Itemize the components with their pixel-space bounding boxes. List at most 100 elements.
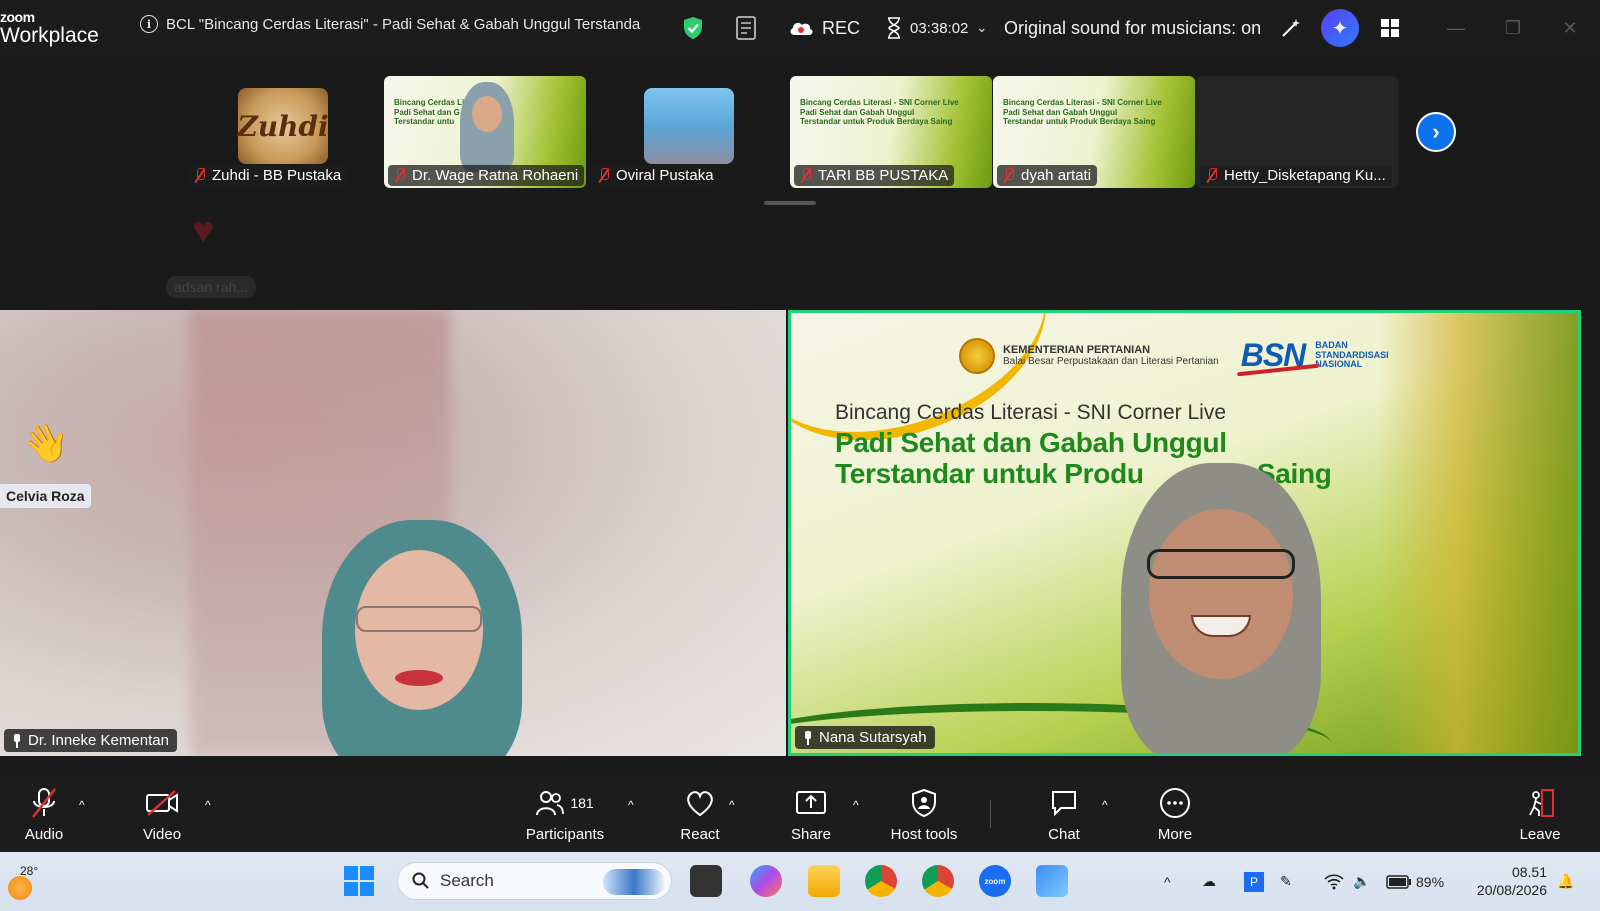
person-face: [1149, 509, 1293, 679]
video-tile-right-active-speaker[interactable]: KEMENTERIAN PERTANIAN Balai Besar Perpus…: [788, 310, 1581, 756]
close-icon[interactable]: ✕: [1560, 18, 1580, 38]
weather-widget[interactable]: 28°: [8, 862, 48, 902]
participant-tile[interactable]: Bincang Cerdas Literasi - SNI Corner Liv…: [993, 76, 1195, 188]
annotate-button[interactable]: [1280, 0, 1302, 56]
react-options-chevron-icon[interactable]: ^: [729, 798, 735, 812]
participant-tile[interactable]: Hetty_Disketapang Ku...: [1196, 76, 1398, 188]
battery-indicator[interactable]: 89%: [1386, 852, 1444, 911]
pen-tray-icon[interactable]: ✎: [1280, 852, 1292, 911]
bsn-logo: BSN: [1240, 337, 1307, 373]
chevron-down-icon[interactable]: ⌄: [976, 20, 987, 36]
chrome-icon[interactable]: [865, 865, 897, 897]
meeting-toolbar: Audio ^ Video ^ 181 Participants ^ React…: [0, 776, 1600, 852]
react-button[interactable]: React: [675, 776, 725, 852]
ai-companion-button[interactable]: ✦: [1321, 0, 1359, 56]
participant-tile[interactable]: Oviral Pustaka: [588, 76, 734, 188]
filmstrip-next-button[interactable]: ›: [1416, 112, 1456, 152]
participant-tile[interactable]: Bincang Cerdas Literasi - SNI Corner Liv…: [790, 76, 992, 188]
ministry-subname: Balai Besar Perpustakaan dan Literasi Pe…: [1003, 356, 1219, 367]
participant-tile[interactable]: Bincang Cerdas Literasi Padi Sehat dan GT…: [384, 76, 586, 188]
participants-button[interactable]: 181 Participants: [520, 776, 610, 852]
host-tools-label: Host tools: [890, 826, 958, 843]
chrome-profile-icon[interactable]: [922, 865, 954, 897]
bsn-sub-line: NASIONAL: [1315, 359, 1363, 370]
participant-tile[interactable]: Zuhdi Zuhdi - BB Pustaka: [184, 76, 352, 188]
participant-name-tag: Dr. Inneke Kementan: [4, 729, 177, 752]
ministry-text: KEMENTERIAN PERTANIAN Balai Besar Perpus…: [1003, 344, 1219, 367]
participants-label: Participants: [525, 826, 605, 843]
audio-options-chevron-icon[interactable]: ^: [79, 798, 85, 812]
clock-time: 08.51: [1511, 864, 1547, 880]
participant-name-tag: TARI BB PUSTAKA: [794, 165, 955, 186]
participants-count: 181: [570, 795, 594, 811]
battery-percent: 89%: [1416, 873, 1445, 890]
heart-outline-icon: [683, 786, 717, 820]
photos-app-icon[interactable]: [1036, 865, 1068, 897]
host-tools-button[interactable]: Host tools: [884, 776, 964, 852]
app-tray-icon[interactable]: P: [1244, 852, 1264, 911]
slide-subtitle: Bincang Cerdas Literasi - SNI Corner Liv…: [835, 401, 1227, 424]
taskbar-clock[interactable]: 08.51 20/08/2026: [1467, 864, 1547, 899]
search-highlight-image: [603, 869, 665, 895]
restore-icon[interactable]: ❐: [1503, 18, 1523, 38]
battery-icon: [1386, 874, 1411, 889]
leave-button[interactable]: Leave: [1515, 776, 1565, 852]
participant-name-tag: Hetty_Disketapang Ku...: [1200, 165, 1392, 186]
file-explorer-icon[interactable]: [808, 865, 840, 897]
rec-label: REC: [822, 17, 861, 38]
muted-mic-icon: [1206, 168, 1218, 183]
info-icon[interactable]: i: [140, 15, 158, 33]
share-label: Share: [790, 826, 832, 843]
participant-name-tag: Zuhdi - BB Pustaka: [188, 165, 348, 186]
reaction-sender-name: adsan rah...: [166, 276, 256, 298]
video-off-icon: [145, 786, 179, 820]
temperature: 28°: [20, 864, 39, 878]
participant-name-tag: dyah artati: [997, 165, 1098, 186]
video-tile-left[interactable]: 👋 Celvia Roza Dr. Inneke Kementan: [0, 310, 786, 756]
encryption-shield-icon[interactable]: [682, 16, 704, 40]
apps-button[interactable]: [1380, 0, 1400, 56]
participant-name-tag: Nana Sutarsyah: [795, 726, 935, 749]
audio-button[interactable]: Audio: [20, 776, 68, 852]
cloud-recording-indicator[interactable]: REC: [788, 0, 860, 56]
raised-hand-name: Celvia Roza: [0, 484, 91, 508]
title-bar: zoom Workplace i BCL "Bincang Cerdas Lit…: [0, 0, 1600, 56]
share-options-chevron-icon[interactable]: ^: [853, 798, 859, 812]
clock-date: 20/08/2026: [1476, 881, 1547, 898]
participants-options-chevron-icon[interactable]: ^: [628, 798, 634, 812]
network-onedrive-icon[interactable]: ☁: [1202, 852, 1216, 911]
timer-value: 03:38:02: [910, 19, 969, 37]
video-button[interactable]: Video: [137, 776, 187, 852]
task-view-icon[interactable]: [690, 865, 722, 897]
chat-options-chevron-icon[interactable]: ^: [1102, 798, 1108, 812]
person-glasses: [356, 606, 482, 632]
original-sound-status[interactable]: Original sound for musicians: on: [1004, 0, 1261, 56]
windows-start-icon[interactable]: [344, 866, 374, 896]
person-face: [472, 96, 502, 132]
tray-overflow-chevron-icon[interactable]: ^: [1164, 852, 1171, 911]
meeting-timer[interactable]: 03:38:02 ⌄: [886, 0, 987, 56]
more-button[interactable]: More: [1150, 776, 1200, 852]
share-screen-icon: [794, 786, 828, 820]
copilot-icon[interactable]: [750, 865, 782, 897]
zoom-meeting-window: zoom Workplace i BCL "Bincang Cerdas Lit…: [0, 0, 1600, 911]
muted-mic-icon: [394, 168, 406, 183]
notes-button[interactable]: [735, 0, 759, 56]
raised-hand-icon: 👋: [22, 423, 70, 465]
muted-mic-icon: [194, 168, 206, 183]
chat-button[interactable]: Chat: [1039, 776, 1089, 852]
notification-icon[interactable]: 🔔: [1557, 852, 1574, 911]
share-button[interactable]: Share: [786, 776, 836, 852]
meeting-info[interactable]: i BCL "Bincang Cerdas Literasi" - Padi S…: [140, 15, 640, 33]
video-options-chevron-icon[interactable]: ^: [205, 798, 211, 812]
pin-icon: [12, 733, 22, 748]
zoom-app-icon[interactable]: zoom: [979, 865, 1011, 897]
slide-title-line: Padi Sehat dan Gabah Unggul: [835, 427, 1227, 458]
volume-icon[interactable]: 🔈: [1353, 852, 1370, 911]
muted-mic-icon: [800, 168, 812, 183]
avatar: [644, 88, 734, 164]
person-lips: [395, 670, 443, 686]
taskbar-search[interactable]: Search: [397, 862, 672, 900]
wifi-icon[interactable]: [1324, 852, 1344, 911]
minimize-icon[interactable]: —: [1446, 18, 1466, 38]
